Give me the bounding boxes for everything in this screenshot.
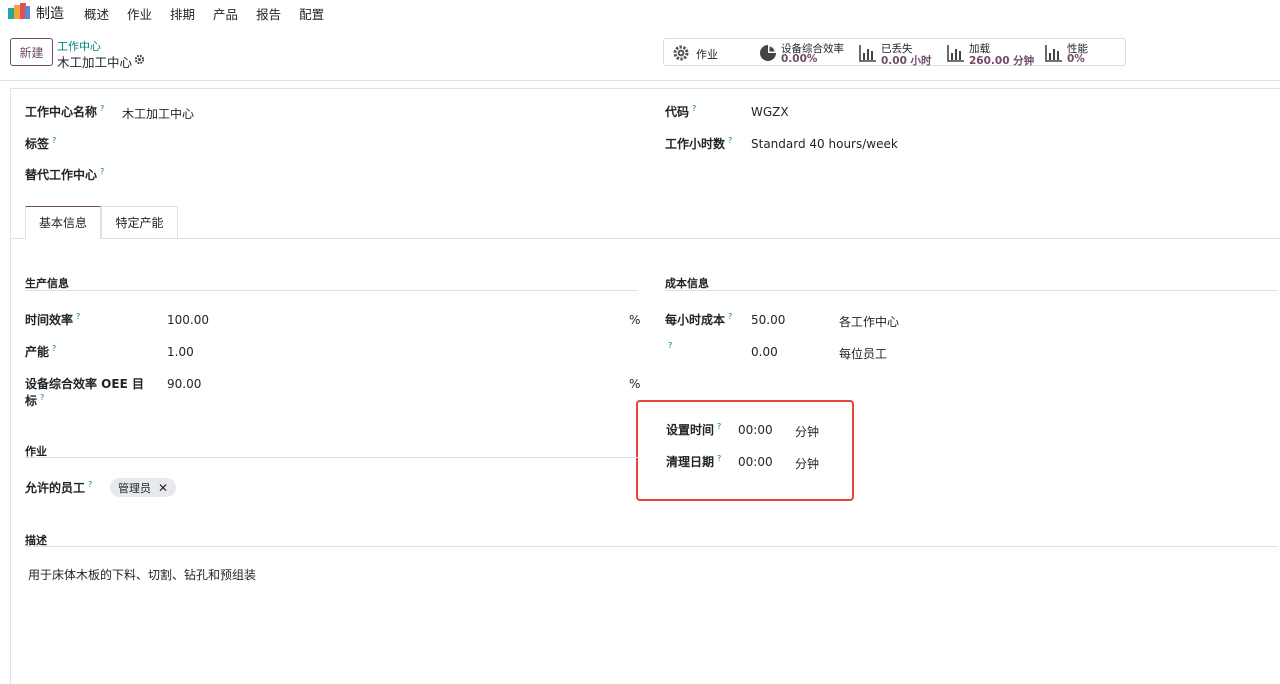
- employee-tag[interactable]: 管理员 ✕: [110, 478, 177, 497]
- performance-smart-button[interactable]: 性能 0%: [1037, 38, 1126, 66]
- new-button[interactable]: 新建: [10, 38, 53, 66]
- code-field-label: 代码?: [665, 104, 697, 119]
- capacity-label: 产能?: [25, 344, 57, 359]
- production-section-divider: [25, 290, 638, 291]
- help-icon[interactable]: ?: [52, 344, 56, 353]
- lost-smart-button[interactable]: 已丢失 0.00 小时: [851, 38, 940, 67]
- cost-per-hour-unit: 各工作中心: [839, 315, 900, 329]
- employee-cost-label: ?: [665, 341, 672, 356]
- operations-smart-button[interactable]: 作业: [663, 38, 752, 66]
- help-icon[interactable]: ?: [100, 167, 104, 176]
- working-hours-label: 工作小时数?: [665, 136, 733, 151]
- oee-smart-button[interactable]: 设备综合效率 0.00%: [751, 38, 852, 66]
- name-field-label: 工作中心名称?: [25, 104, 105, 119]
- time-efficiency-value[interactable]: 100.00: [167, 313, 209, 327]
- help-icon[interactable]: ?: [728, 136, 732, 145]
- app-name[interactable]: 制造: [36, 3, 64, 23]
- highlight-box: [636, 400, 854, 501]
- working-hours-value[interactable]: Standard 40 hours/week: [751, 137, 898, 151]
- help-icon[interactable]: ?: [40, 393, 44, 402]
- control-panel-divider: [0, 80, 1280, 81]
- description-text[interactable]: 用于床体木板的下料、切割、钻孔和预组装: [28, 566, 256, 583]
- cost-per-hour-label: 每小时成本?: [665, 312, 733, 327]
- manufacturing-app-icon[interactable]: [8, 3, 30, 19]
- allowed-employees-label: 允许的员工?: [25, 480, 93, 495]
- help-icon[interactable]: ?: [668, 341, 672, 350]
- help-icon[interactable]: ?: [692, 104, 696, 113]
- capacity-value[interactable]: 1.00: [167, 345, 194, 359]
- help-icon[interactable]: ?: [100, 104, 104, 113]
- main-menu: 概述 作业 排期 产品 报告 配置: [84, 4, 342, 23]
- oee-target-value[interactable]: 90.00: [167, 377, 201, 391]
- time-efficiency-label: 时间效率?: [25, 312, 81, 327]
- help-icon[interactable]: ?: [728, 312, 732, 321]
- oee-target-label: 设备综合效率 OEE 目: [25, 377, 144, 391]
- tab-general-info[interactable]: 基本信息: [25, 206, 101, 239]
- pie-chart-icon: [760, 45, 776, 61]
- oee-target-label-line2: 标?: [25, 393, 45, 408]
- oee-target-unit: %: [629, 377, 641, 391]
- operations-label: 作业: [696, 48, 718, 61]
- cost-per-hour-value[interactable]: 50.00: [751, 313, 785, 327]
- production-section-title: 生产信息: [25, 277, 69, 290]
- oee-value: 0.00%: [781, 53, 818, 65]
- menu-item-planning[interactable]: 排期: [170, 4, 195, 23]
- cost-section-divider: [665, 290, 1278, 291]
- help-icon[interactable]: ?: [88, 480, 92, 489]
- bar-chart-icon: [859, 45, 876, 62]
- employee-cost-unit: 每位员工: [839, 347, 888, 361]
- close-icon[interactable]: ✕: [158, 481, 168, 495]
- menu-item-overview[interactable]: 概述: [84, 4, 109, 23]
- load-smart-button[interactable]: 加载 260.00 分钟: [939, 38, 1038, 67]
- bar-chart-icon: [1045, 45, 1062, 62]
- menu-item-operations[interactable]: 作业: [127, 4, 152, 23]
- performance-value: 0%: [1067, 53, 1085, 65]
- tab-specific-capacities[interactable]: 特定产能: [101, 206, 178, 238]
- help-icon[interactable]: ?: [76, 312, 80, 321]
- cog-icon: [673, 45, 689, 61]
- breadcrumb-current: 木工加工中心: [57, 55, 133, 70]
- name-field-value[interactable]: 木工加工中心: [122, 105, 194, 122]
- gear-icon[interactable]: [134, 54, 145, 65]
- bar-chart-icon: [947, 45, 964, 62]
- help-icon[interactable]: ?: [52, 136, 56, 145]
- load-value: 260.00 分钟: [969, 55, 1035, 67]
- menu-item-configuration[interactable]: 配置: [299, 4, 324, 23]
- menu-item-products[interactable]: 产品: [213, 4, 238, 23]
- alternative-workcenter-label: 替代工作中心?: [25, 167, 105, 182]
- tabs-divider: [10, 238, 1280, 239]
- description-section-divider: [25, 546, 1278, 547]
- lost-value: 0.00 小时: [881, 55, 932, 67]
- time-efficiency-unit: %: [629, 313, 641, 327]
- code-field-value[interactable]: WGZX: [751, 105, 789, 119]
- top-navbar: 制造 概述 作业 排期 产品 报告 配置: [0, 0, 1280, 24]
- menu-item-reporting[interactable]: 报告: [256, 4, 281, 23]
- operations-section-divider: [25, 457, 638, 458]
- employee-cost-value[interactable]: 0.00: [751, 345, 778, 359]
- employee-tag-label: 管理员: [118, 481, 151, 495]
- cost-section-title: 成本信息: [665, 277, 709, 290]
- tags-field-label: 标签?: [25, 136, 57, 151]
